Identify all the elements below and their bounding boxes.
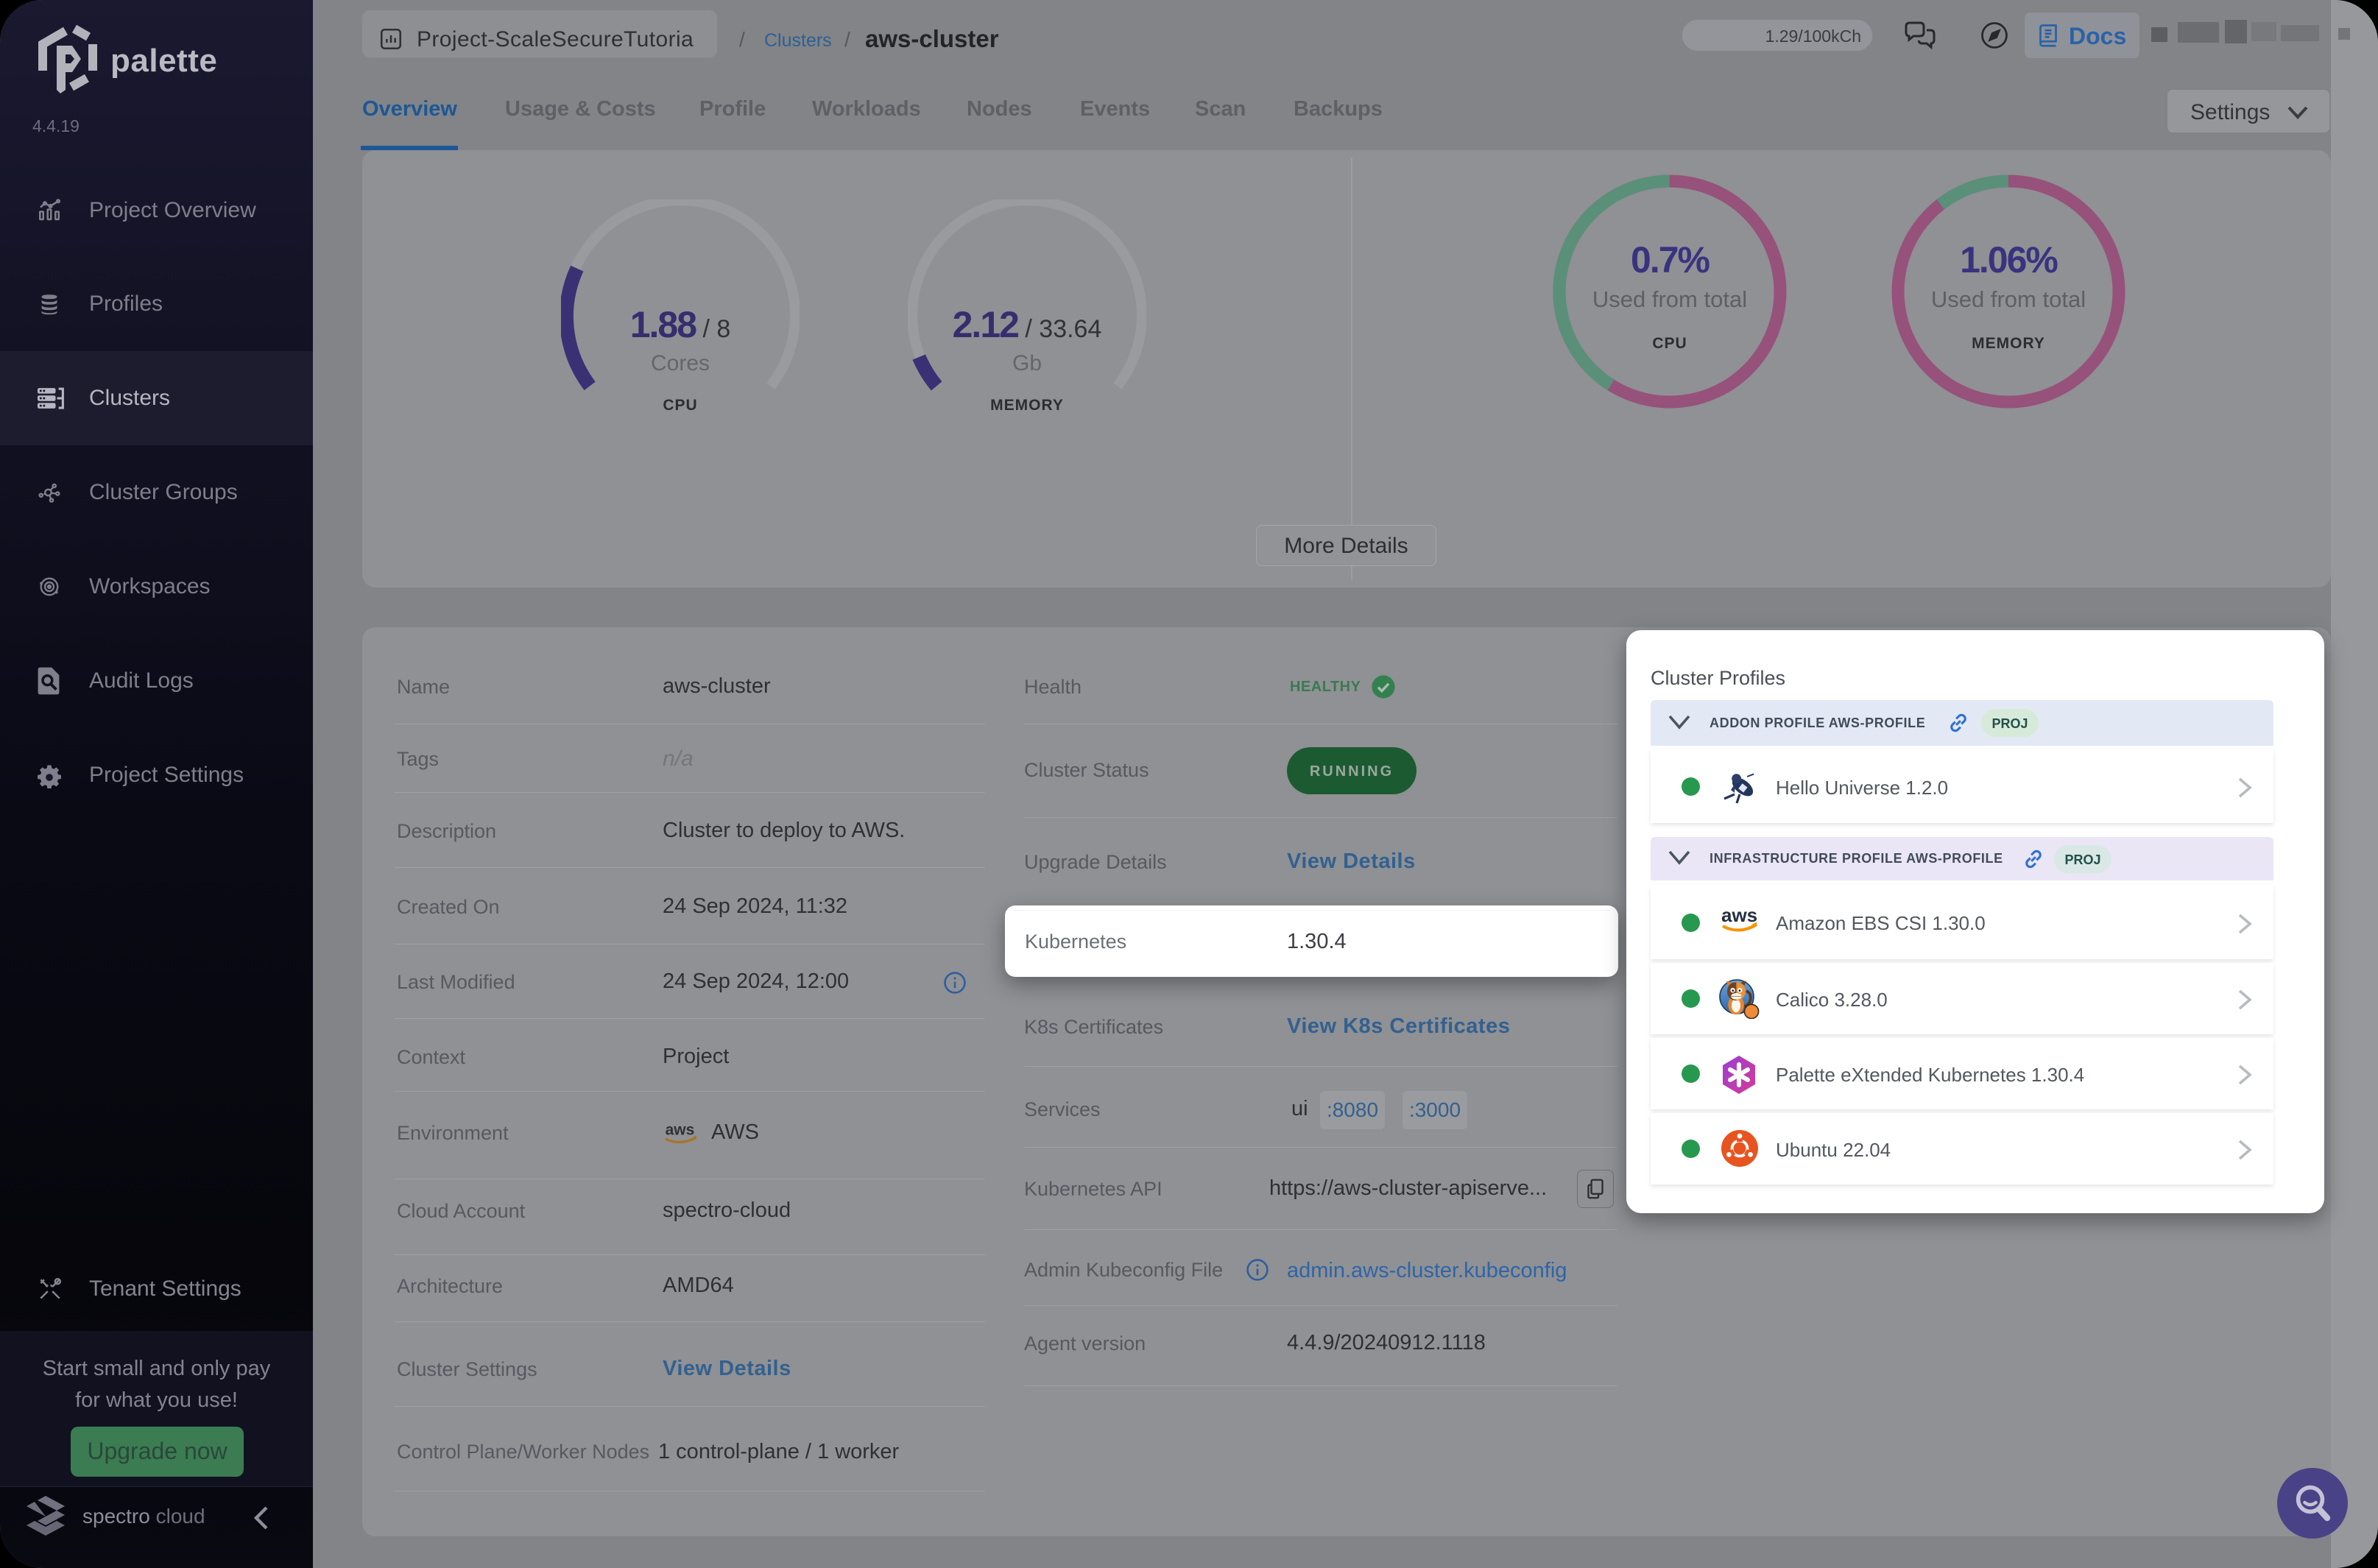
svg-text:aws: aws: [1721, 904, 1757, 926]
svg-text:aws: aws: [666, 1121, 695, 1138]
